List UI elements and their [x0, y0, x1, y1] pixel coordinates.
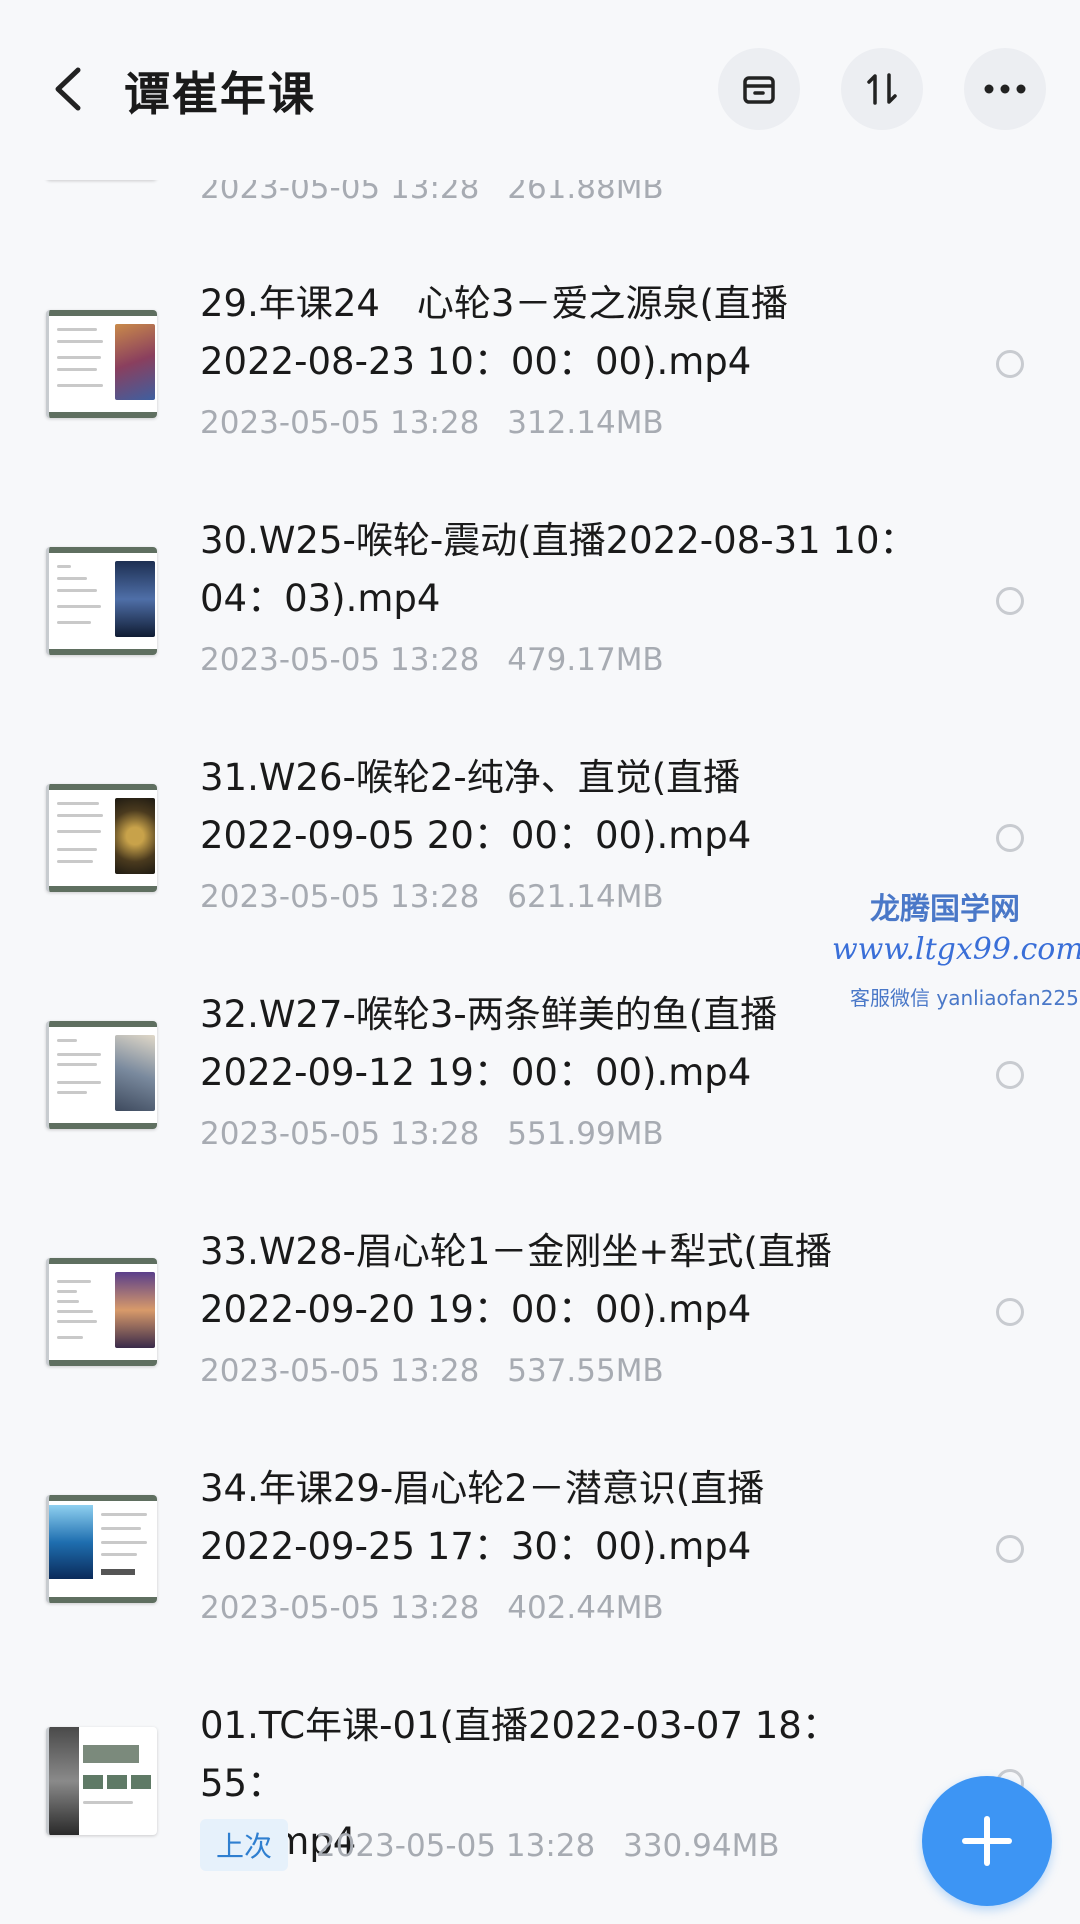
file-size: 330.94MB [623, 1828, 780, 1864]
sort-button[interactable] [841, 48, 923, 130]
page-title: 谭崔年课 [124, 67, 316, 121]
file-date: 2023-05-05 13:28 [315, 1828, 596, 1864]
sort-icon [867, 73, 897, 105]
file-date: 2023-05-05 13:28 [200, 1590, 480, 1626]
file-meta: 上次 2023-05-05 13:28 330.94MB [200, 1819, 798, 1871]
list-item[interactable]: 01.TC年课-01(直播2022-03-07 18：55： 00).mp4 上… [0, 1687, 1080, 1924]
file-meta: 2023-05-05 13:28 479.17MB [200, 642, 682, 678]
file-thumbnail [46, 1495, 157, 1603]
add-button[interactable] [922, 1776, 1052, 1906]
select-radio[interactable] [996, 1061, 1024, 1089]
file-meta: 2023-05-05 13:28 537.55MB [200, 1353, 682, 1389]
file-size: 551.99MB [507, 1116, 664, 1152]
select-radio[interactable] [996, 350, 1024, 378]
file-name: 32.W27-喉轮3-两条鲜美的鱼(直播 2022-09-12 19：00：00… [200, 993, 778, 1094]
last-played-badge: 上次 [200, 1819, 289, 1871]
app-header: 谭崔年课 [0, 0, 1080, 180]
archive-icon [743, 76, 775, 104]
plus-icon [962, 1816, 1012, 1866]
file-thumbnail [46, 1258, 157, 1366]
file-date: 2023-05-05 13:28 [200, 405, 480, 441]
file-size: 621.14MB [507, 879, 664, 915]
file-date: 2023-05-05 13:28 [200, 1353, 480, 1389]
select-radio[interactable] [996, 587, 1024, 615]
file-thumbnail [46, 1021, 157, 1129]
watermark-url: www.ltgx99.com [832, 932, 1080, 967]
file-name: 34.年课29-眉心轮2－潜意识(直播 2022-09-25 17：30：00)… [200, 1467, 765, 1568]
list-item[interactable]: 33.W28-眉心轮1－金刚坐+犁式(直播 2022-09-20 19：00：0… [0, 1213, 1080, 1450]
file-name: 33.W28-眉心轮1－金刚坐+犁式(直播 2022-09-20 19：00：0… [200, 1230, 832, 1331]
more-button[interactable] [964, 48, 1046, 130]
file-meta: 2023-05-05 13:28 551.99MB [200, 1116, 682, 1152]
file-size: 312.14MB [507, 405, 664, 441]
file-thumbnail [46, 1727, 157, 1835]
list-item[interactable]: 34.年课29-眉心轮2－潜意识(直播 2022-09-25 17：30：00)… [0, 1450, 1080, 1687]
more-icon [984, 84, 1026, 94]
list-item[interactable]: 29.年课24 心轮3－爱之源泉(直播 2022-08-23 10：00：00)… [0, 265, 1080, 502]
file-size: 402.44MB [507, 1590, 664, 1626]
select-radio[interactable] [996, 824, 1024, 852]
watermark-brand: 龙腾国学网 [870, 892, 1020, 927]
watermark-contact: 客服微信 yanliaofan225 [850, 986, 1079, 1010]
file-name: 30.W25-喉轮-震动(直播2022-08-31 10： 04：03).mp4 [200, 519, 917, 620]
select-radio[interactable] [996, 1535, 1024, 1563]
file-meta: 2023-05-05 13:28 621.14MB [200, 879, 682, 915]
back-icon[interactable] [48, 64, 88, 114]
file-date: 2023-05-05 13:28 [200, 642, 480, 678]
file-name: 31.W26-喉轮2-纯净、直觉(直播 2022-09-05 20：00：00)… [200, 756, 752, 857]
file-thumbnail [46, 547, 157, 655]
file-meta: 2023-05-05 13:28 402.44MB [200, 1590, 682, 1626]
file-size: 479.17MB [507, 642, 664, 678]
file-thumbnail [46, 784, 157, 892]
select-radio[interactable] [996, 1298, 1024, 1326]
file-name: 29.年课24 心轮3－爱之源泉(直播 2022-08-23 10：00：00)… [200, 282, 788, 383]
file-date: 2023-05-05 13:28 [200, 879, 480, 915]
file-meta: 2023-05-05 13:28 312.14MB [200, 405, 682, 441]
list-item[interactable]: 32.W27-喉轮3-两条鲜美的鱼(直播 2022-09-12 19：00：00… [0, 976, 1080, 1213]
file-date: 2023-05-05 13:28 [200, 1116, 480, 1152]
list-item[interactable]: 30.W25-喉轮-震动(直播2022-08-31 10： 04：03).mp4… [0, 502, 1080, 739]
file-size: 537.55MB [507, 1353, 664, 1389]
file-thumbnail [46, 310, 157, 418]
archive-button[interactable] [718, 48, 800, 130]
